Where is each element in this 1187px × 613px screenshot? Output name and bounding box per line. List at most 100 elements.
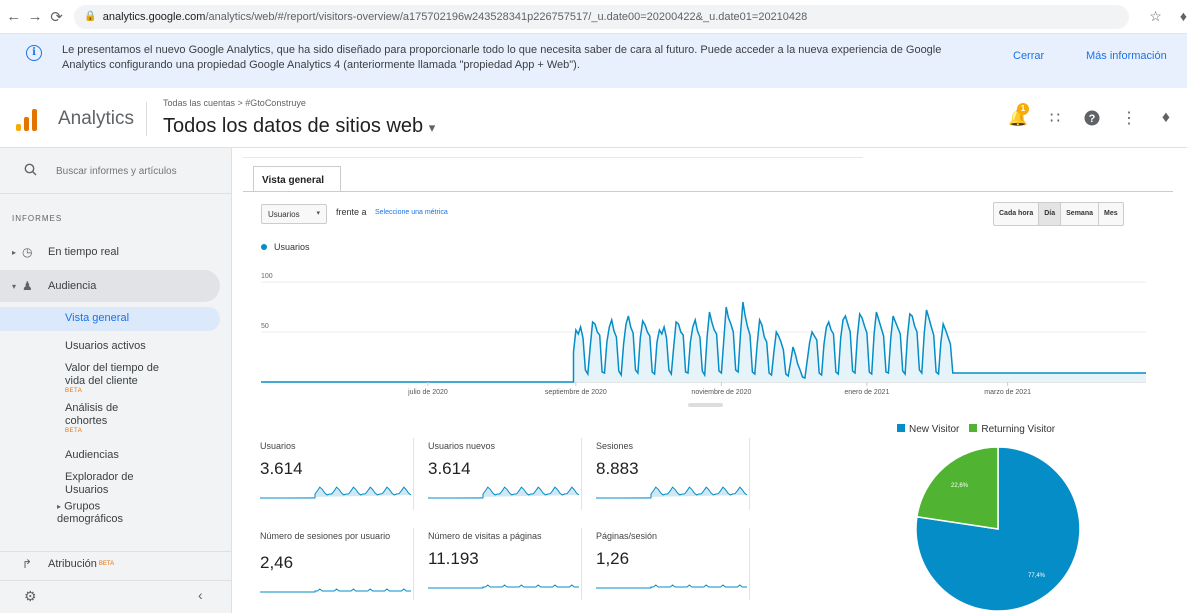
property-title: Todos los datos de sitios web <box>163 115 424 137</box>
sidebar-subitem-label: Audiencias <box>65 449 119 461</box>
sidebar-subitem-label: Vista general <box>65 312 130 324</box>
scorecard-value: 11.193 <box>428 549 479 568</box>
sidebar-subitem-cohort[interactable]: Análisis de cohortes BETA <box>65 402 145 435</box>
sidebar-item-label: Atribución <box>48 557 97 570</box>
notifications-bell-icon[interactable]: 🔔 1 <box>1008 103 1029 128</box>
ga4-notice-banner: i Le presentamos el nuevo Google Analyti… <box>0 34 1187 88</box>
url-path: /analytics/web/#/report/visitors-overvie… <box>205 10 808 23</box>
y-tick-label: 100 <box>261 273 273 280</box>
account-avatar[interactable]: ♦ <box>1156 108 1176 128</box>
sidebar-subitem-user-explorer[interactable]: Explorador de Usuarios <box>65 471 150 497</box>
scorecard-value: 3.614 <box>428 459 471 478</box>
scorecard[interactable]: Número de visitas a páginas 11.193 <box>428 531 583 606</box>
x-tick-label: noviembre de 2020 <box>691 389 751 396</box>
scorecard-sparkline <box>260 486 412 499</box>
scorecard-sparkline <box>428 584 579 589</box>
svg-text:?: ? <box>1089 113 1096 125</box>
lock-icon: 🔒 <box>84 11 97 22</box>
scorecard-sparkline <box>260 588 411 593</box>
sidebar-item-label: Audiencia <box>48 280 97 292</box>
sidebar-item-audience[interactable]: ▾ ♟ Audiencia <box>0 270 220 302</box>
caret-right-icon: ▸ <box>57 502 62 511</box>
sidebar-subitem-label: Análisis de cohortes <box>65 402 119 427</box>
product-name: Analytics <box>58 108 135 129</box>
sidebar-item-label: En tiempo real <box>48 246 119 258</box>
forward-icon[interactable]: → <box>27 6 43 28</box>
address-bar[interactable]: 🔒 analytics.google.com /analytics/web/#/… <box>74 4 1130 29</box>
notice-close-link[interactable]: Cerrar <box>1013 50 1044 62</box>
analytics-logo[interactable] <box>16 107 40 131</box>
scorecard-label: Sesiones <box>596 441 634 451</box>
scorecard-divider <box>581 528 582 600</box>
sidebar-subitem-label: Grupos demográficos <box>57 500 124 526</box>
pie-slice-label: 22,6% <box>951 483 969 489</box>
back-icon[interactable]: ← <box>6 6 21 28</box>
scorecard-divider <box>581 438 582 510</box>
pie-legend: New Visitor Returning Visitor <box>897 424 1055 435</box>
apps-grid-icon[interactable]: ∷ <box>1045 108 1065 128</box>
scorecard-sparkline <box>596 584 747 589</box>
scorecard-value: 2,46 <box>260 553 294 572</box>
url-host: analytics.google.com <box>102 10 206 23</box>
caret-down-icon: ▾ <box>11 281 16 291</box>
scorecard-value: 1,26 <box>596 549 630 568</box>
reload-icon[interactable]: ⟳ <box>49 6 64 28</box>
x-tick-label: marzo de 2021 <box>984 389 1031 396</box>
extension-icon[interactable]: ♦ <box>1180 8 1187 25</box>
scorecard[interactable]: Usuarios 3.614 <box>260 441 415 516</box>
x-tick-label: julio de 2020 <box>407 389 448 396</box>
sidebar-subitem-overview[interactable]: Vista general <box>0 307 220 331</box>
notice-text: Le presentamos el nuevo Google Analytics… <box>62 44 942 71</box>
sidebar-subitem-demographics[interactable]: ▸ Grupos demográficos <box>57 500 147 526</box>
scorecard-value: 8.883 <box>596 459 639 478</box>
scorecard-divider <box>413 528 414 600</box>
sidebar-subitem-lifetime-value[interactable]: Valor del tiempo de vida del cliente BET… <box>65 362 180 395</box>
beta-badge: BETA <box>65 428 83 434</box>
attribution-icon: ↱ <box>22 556 33 571</box>
sidebar-footer: ⚙ ‹ <box>0 580 232 613</box>
property-selector[interactable]: Todos los datos de sitios web ▾ <box>163 115 435 138</box>
sidebar-item-attribution[interactable]: ↱ Atribución BETA <box>0 551 232 575</box>
scorecard-value: 3.614 <box>260 459 303 478</box>
pie-legend-new: New Visitor <box>897 424 959 435</box>
more-vert-icon[interactable]: ⋮ <box>1119 108 1139 128</box>
sidebar-subitem-label: Usuarios activos <box>65 340 146 352</box>
series-line-usuarios <box>261 301 1146 383</box>
account-breadcrumb[interactable]: Todas las cuentas > #GtoConstruye <box>163 98 306 108</box>
scorecard[interactable]: Número de sesiones por usuario 2,46 <box>260 531 415 606</box>
x-tick-label: septiembre de 2020 <box>545 389 607 396</box>
caret-right-icon: ▸ <box>11 247 16 257</box>
person-icon: ♟ <box>22 279 33 293</box>
search-icon <box>24 163 37 179</box>
sidebar-item-realtime[interactable]: ▸ ◷ En tiempo real <box>0 240 232 264</box>
pie-legend-returning: Returning Visitor <box>969 424 1055 435</box>
sparkline-path <box>428 584 579 589</box>
sparkline-path <box>596 486 748 499</box>
sidebar-subitem-audiences[interactable]: Audiencias <box>65 449 215 462</box>
sidebar-subitem-label: Valor del tiempo de vida del cliente <box>65 362 159 387</box>
section-label: INFORMES <box>12 214 63 223</box>
clock-icon: ◷ <box>22 245 33 259</box>
info-icon: i <box>26 45 42 61</box>
beta-badge: BETA <box>98 560 115 567</box>
chevron-left-icon[interactable]: ‹ <box>198 587 203 603</box>
scorecard[interactable]: Páginas/sesión 1,26 <box>596 531 751 606</box>
sidebar: INFORMES ▸ ◷ En tiempo real ▾ ♟ Audienci… <box>0 148 232 613</box>
sidebar-search <box>0 148 232 194</box>
scorecard-label: Número de visitas a páginas <box>428 531 542 541</box>
sparkline-path <box>596 584 747 589</box>
sidebar-subitem-active-users[interactable]: Usuarios activos <box>65 340 215 353</box>
report-main: Vista general Usuarios ▾ frente a Selecc… <box>233 148 1187 613</box>
star-icon[interactable]: ☆ <box>1149 8 1162 25</box>
search-input[interactable] <box>56 162 216 180</box>
gear-icon[interactable]: ⚙ <box>24 588 37 605</box>
header-divider <box>146 102 147 136</box>
chart-resize-handle <box>688 403 723 407</box>
x-tick-label: enero de 2021 <box>844 389 889 396</box>
notice-more-info-link[interactable]: Más información <box>1086 50 1167 62</box>
scorecard[interactable]: Sesiones 8.883 <box>596 441 751 516</box>
sparkline-path <box>428 486 580 499</box>
pie-slice-label: 77,4% <box>1028 573 1046 579</box>
help-icon[interactable]: ? <box>1082 108 1102 128</box>
scorecard[interactable]: Usuarios nuevos 3.614 <box>428 441 583 516</box>
